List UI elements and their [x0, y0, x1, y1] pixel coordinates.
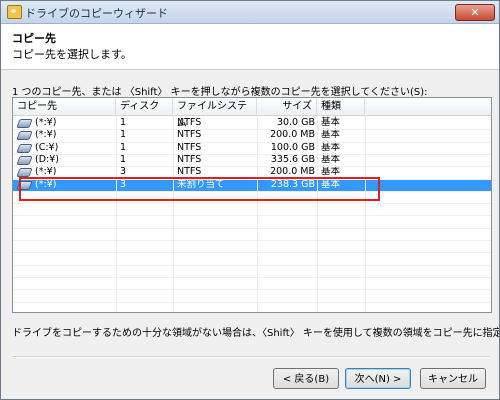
cancel-button[interactable]: キャンセル — [420, 368, 486, 389]
footnote-text: ドライブをコピーするための十分な領域がない場合は、〈Shift〉 キーを使用して… — [12, 328, 500, 339]
table-row[interactable]: (C:¥) 1 NTFS 100.0 GB 基本 — [13, 142, 491, 154]
window-title: ドライブのコピーウィザード — [25, 7, 168, 20]
column-filesystem[interactable]: ファイルシステム — [173, 98, 257, 129]
cell-size: 100.0 GB — [270, 141, 315, 153]
grid-line — [13, 129, 491, 131]
table-row[interactable]: (*:¥) 1 NTFS 30.0 GB 基本 — [13, 117, 491, 129]
title-bar: ドライブのコピーウィザード ✕ — [1, 1, 499, 24]
cell-fs: NTFS — [177, 117, 202, 128]
cell-dest: (D:¥) — [35, 153, 59, 165]
grid-line — [13, 215, 491, 217]
cell-dest: (*:¥) — [35, 117, 57, 128]
cell-disk: 1 — [120, 153, 127, 165]
drive-icon — [16, 131, 33, 141]
cell-size: 30.0 GB — [276, 117, 315, 128]
instruction-label: 1 つのコピー先、または 〈Shift〉 キーを押しながら複数のコピー先を選択し… — [12, 87, 428, 98]
grid-line — [13, 240, 491, 241]
grid-line — [13, 153, 491, 155]
table-row[interactable]: (D:¥) 1 NTFS 335.6 GB 基本 — [13, 154, 491, 166]
grid-line — [13, 301, 491, 303]
cell-fs: NTFS — [177, 141, 202, 153]
grid-line — [13, 264, 491, 266]
grid-line — [13, 276, 491, 278]
drive-icon — [16, 155, 33, 165]
cell-type: 基本 — [321, 117, 341, 128]
drive-icon — [16, 143, 33, 153]
grid-line — [13, 252, 491, 254]
wizard-window: ドライブのコピーウィザード ✕ コピー先 コピー先を選択します。 1 つのコピー… — [0, 0, 500, 400]
cell-disk: 1 — [120, 117, 127, 128]
grid-line — [13, 227, 491, 229]
destination-list[interactable]: コピー先 ディスク ファイルシステム サイズ 種類 (*:¥) 1 NTFS 30.0… — [12, 97, 492, 313]
drive-icon — [16, 168, 33, 178]
grid-line — [173, 115, 174, 312]
grid-line — [116, 115, 117, 312]
cell-size: 200.0 MB — [270, 129, 315, 141]
cell-fs: NTFS — [177, 153, 202, 165]
grid-line — [317, 115, 318, 312]
grid-line — [257, 115, 258, 312]
table-row[interactable]: (*:¥) 1 NTFS 200.0 MB 基本 — [13, 129, 491, 141]
cell-dest: (*:¥) — [35, 129, 57, 141]
cell-size: 335.6 GB — [270, 153, 315, 165]
cell-type: 基本 — [321, 129, 341, 141]
header-subtitle: コピー先を選択します。 — [12, 48, 132, 61]
column-disk[interactable]: ディスク — [116, 98, 173, 115]
cell-fs: NTFS — [177, 129, 202, 141]
drive-icon — [16, 119, 33, 128]
column-destination[interactable]: コピー先 — [13, 98, 116, 115]
cell-dest: (C:¥) — [35, 141, 59, 153]
cell-type: 基本 — [321, 153, 341, 165]
grid-line — [13, 289, 491, 291]
column-size[interactable]: サイズ — [257, 98, 317, 115]
grid-line — [13, 141, 491, 143]
grid-line — [13, 166, 491, 168]
cell-disk: 1 — [120, 129, 127, 141]
cell-disk: 1 — [120, 141, 127, 153]
grid-line — [13, 203, 491, 205]
cell-type: 基本 — [321, 141, 341, 153]
back-button[interactable]: < 戻る(B) — [273, 368, 339, 389]
selection-highlight-box — [19, 177, 380, 201]
close-button[interactable]: ✕ — [455, 4, 495, 21]
next-button[interactable]: 次へ(N) > — [345, 368, 411, 389]
wizard-icon — [7, 5, 22, 19]
column-type[interactable]: 種類 — [317, 98, 365, 115]
button-separator — [12, 356, 490, 358]
column-header: コピー先 ディスク ファイルシステム サイズ 種類 — [13, 98, 491, 129]
grid-line — [365, 115, 366, 312]
header-title: コピー先 — [12, 32, 56, 45]
wizard-header: コピー先 コピー先を選択します。 — [1, 24, 499, 70]
